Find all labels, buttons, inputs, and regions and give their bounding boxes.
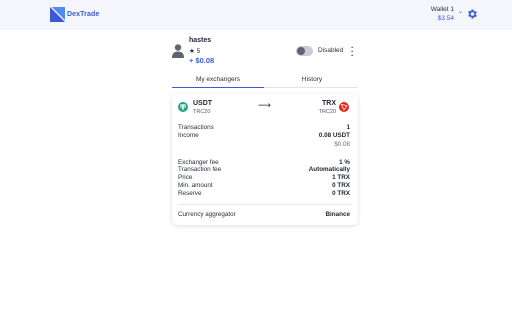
stat-row-income: Income 0.08 USDT <box>178 132 350 140</box>
dextrade-logo-icon <box>50 7 65 22</box>
fee-label: Min. amount <box>178 182 213 189</box>
stat-value: 0.08 USDT <box>318 132 350 139</box>
tab-history[interactable]: History <box>266 76 358 88</box>
stat-row-income-usd: $0.08 <box>178 141 350 149</box>
profile-balance: + $0.08 <box>189 56 215 65</box>
top-bar: DexTrade Wallet 1 ⌄ $3.54 <box>0 0 512 30</box>
fee-row-price: Price 1 TRX <box>178 174 350 182</box>
wallet-name: Wallet 1 <box>430 6 454 13</box>
chevron-down-icon: ⌄ <box>457 9 463 15</box>
gear-icon[interactable] <box>466 8 478 20</box>
fee-row-min-amount: Min. amount 0 TRX <box>178 182 350 190</box>
star-icon: ★ <box>189 48 195 55</box>
to-currency-network: TRC20 <box>318 109 336 115</box>
stat-value: 1 <box>346 124 350 131</box>
username: hastes <box>189 37 212 44</box>
exchanger-card[interactable]: USDT TRC20 ⟶ TRX TRC20 Transactions 1 In… <box>172 94 358 225</box>
to-currency-code: TRX <box>322 100 336 107</box>
aggregator-label: Currency aggregator <box>178 211 236 218</box>
user-avatar-icon <box>172 44 184 58</box>
fee-label: Transaction fee <box>178 166 222 173</box>
stat-row-transactions: Transactions 1 <box>178 124 350 132</box>
stat-value: $0.08 <box>334 141 350 148</box>
wallet-selector[interactable]: Wallet 1 ⌄ $3.54 <box>430 6 463 22</box>
rating-value: 5 <box>196 48 201 55</box>
fee-value: Automatically <box>308 166 350 173</box>
stat-label: Transactions <box>178 124 214 131</box>
from-currency-network: TRC20 <box>193 109 211 115</box>
toggle-knob <box>297 47 305 55</box>
profile-header: hastes ★ 5 + $0.08 Disabled · · · <box>172 36 358 70</box>
stat-label: Income <box>178 132 199 139</box>
wallet-balance: $3.54 <box>437 15 454 22</box>
fee-value: 0 TRX <box>332 182 350 189</box>
more-options-icon[interactable]: · · · <box>351 44 354 60</box>
brand-name: DexTrade <box>67 11 100 18</box>
tron-icon <box>339 102 349 112</box>
aggregator-row: Currency aggregator Binance <box>178 211 350 219</box>
from-currency-code: USDT <box>193 100 213 107</box>
enable-toggle[interactable] <box>296 46 313 56</box>
fee-label: Price <box>178 174 193 181</box>
fee-row-reserve: Reserve 0 TRX <box>178 190 350 198</box>
tether-icon <box>178 102 188 112</box>
tab-my-exchangers[interactable]: My exchangers <box>172 76 264 88</box>
tab-bar: My exchangers History <box>172 74 358 88</box>
fee-value: 0 TRX <box>332 190 350 197</box>
aggregator-value: Binance <box>325 211 351 218</box>
brand-logo[interactable]: DexTrade <box>50 7 99 22</box>
divider <box>178 204 352 205</box>
fee-value: 1 TRX <box>332 174 350 181</box>
fee-label: Reserve <box>178 190 202 197</box>
arrow-right-icon: ⟶ <box>258 100 271 110</box>
fee-row-transaction-fee: Transaction fee Automatically <box>178 166 350 174</box>
user-rating: ★ 5 <box>189 47 200 55</box>
toggle-status-label: Disabled <box>318 47 344 54</box>
